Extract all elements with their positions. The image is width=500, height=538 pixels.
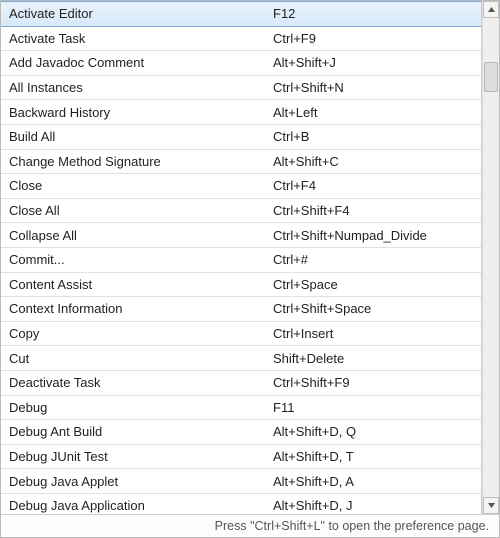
command-cell: Debug Java Applet: [1, 469, 265, 494]
table-row[interactable]: CloseCtrl+F4: [1, 174, 481, 199]
command-cell: Debug Ant Build: [1, 420, 265, 445]
scroll-down-button[interactable]: [483, 497, 499, 514]
shortcut-cell: Alt+Shift+D, A: [265, 469, 481, 494]
command-cell: Activate Editor: [1, 2, 265, 27]
scroll-up-button[interactable]: [483, 1, 499, 18]
command-cell: Build All: [1, 124, 265, 149]
table-row[interactable]: Debug Java ApplicationAlt+Shift+D, J: [1, 493, 481, 514]
keybindings-table[interactable]: Activate EditorF12Activate TaskCtrl+F9Ad…: [1, 1, 481, 514]
table-row[interactable]: Debug Java AppletAlt+Shift+D, A: [1, 469, 481, 494]
command-cell: All Instances: [1, 75, 265, 100]
status-hint-text: Press "Ctrl+Shift+L" to open the prefere…: [215, 519, 489, 533]
keybindings-popup: Activate EditorF12Activate TaskCtrl+F9Ad…: [0, 0, 500, 538]
shortcut-cell: Alt+Shift+D, J: [265, 493, 481, 514]
command-cell: Debug JUnit Test: [1, 444, 265, 469]
command-cell: Close All: [1, 198, 265, 223]
keybindings-table-wrap: Activate EditorF12Activate TaskCtrl+F9Ad…: [1, 1, 482, 514]
table-row[interactable]: Debug JUnit TestAlt+Shift+D, T: [1, 444, 481, 469]
chevron-up-icon: [487, 5, 496, 14]
shortcut-cell: Ctrl+Space: [265, 272, 481, 297]
shortcut-cell: Ctrl+Shift+Numpad_Divide: [265, 223, 481, 248]
table-row[interactable]: Build AllCtrl+B: [1, 124, 481, 149]
command-cell: Copy: [1, 321, 265, 346]
command-cell: Backward History: [1, 100, 265, 125]
table-row[interactable]: CopyCtrl+Insert: [1, 321, 481, 346]
command-cell: Context Information: [1, 297, 265, 322]
shortcut-cell: Ctrl+Shift+F9: [265, 370, 481, 395]
scrollbar-thumb[interactable]: [484, 62, 498, 92]
keybindings-tbody: Activate EditorF12Activate TaskCtrl+F9Ad…: [1, 2, 481, 515]
table-row[interactable]: All InstancesCtrl+Shift+N: [1, 75, 481, 100]
table-row[interactable]: Content AssistCtrl+Space: [1, 272, 481, 297]
table-row[interactable]: Collapse AllCtrl+Shift+Numpad_Divide: [1, 223, 481, 248]
vertical-scrollbar[interactable]: [482, 1, 499, 514]
status-bar: Press "Ctrl+Shift+L" to open the prefere…: [1, 514, 499, 537]
command-cell: Collapse All: [1, 223, 265, 248]
command-cell: Add Javadoc Comment: [1, 51, 265, 76]
shortcut-cell: Ctrl+Shift+F4: [265, 198, 481, 223]
shortcut-cell: Ctrl+Insert: [265, 321, 481, 346]
shortcut-cell: Ctrl+Shift+N: [265, 75, 481, 100]
shortcut-cell: Shift+Delete: [265, 346, 481, 371]
table-row[interactable]: Commit...Ctrl+#: [1, 247, 481, 272]
shortcut-cell: Alt+Shift+J: [265, 51, 481, 76]
table-row[interactable]: Close AllCtrl+Shift+F4: [1, 198, 481, 223]
shortcut-cell: F12: [265, 2, 481, 27]
table-row[interactable]: Activate EditorF12: [1, 2, 481, 27]
shortcut-cell: Alt+Shift+C: [265, 149, 481, 174]
shortcut-cell: Alt+Shift+D, T: [265, 444, 481, 469]
table-row[interactable]: Activate TaskCtrl+F9: [1, 26, 481, 51]
command-cell: Close: [1, 174, 265, 199]
command-cell: Debug Java Application: [1, 493, 265, 514]
table-row[interactable]: CutShift+Delete: [1, 346, 481, 371]
table-row[interactable]: Debug Ant BuildAlt+Shift+D, Q: [1, 420, 481, 445]
shortcut-cell: Ctrl+Shift+Space: [265, 297, 481, 322]
body-area: Activate EditorF12Activate TaskCtrl+F9Ad…: [1, 1, 499, 514]
table-row[interactable]: Add Javadoc CommentAlt+Shift+J: [1, 51, 481, 76]
table-row[interactable]: Deactivate TaskCtrl+Shift+F9: [1, 370, 481, 395]
shortcut-cell: Ctrl+B: [265, 124, 481, 149]
command-cell: Commit...: [1, 247, 265, 272]
shortcut-cell: Alt+Shift+D, Q: [265, 420, 481, 445]
shortcut-cell: Ctrl+F9: [265, 26, 481, 51]
shortcut-cell: Ctrl+#: [265, 247, 481, 272]
scrollbar-track[interactable]: [483, 18, 499, 497]
shortcut-cell: Alt+Left: [265, 100, 481, 125]
table-row[interactable]: DebugF11: [1, 395, 481, 420]
command-cell: Change Method Signature: [1, 149, 265, 174]
chevron-down-icon: [487, 501, 496, 510]
table-row[interactable]: Context InformationCtrl+Shift+Space: [1, 297, 481, 322]
table-row[interactable]: Backward HistoryAlt+Left: [1, 100, 481, 125]
shortcut-cell: F11: [265, 395, 481, 420]
command-cell: Debug: [1, 395, 265, 420]
command-cell: Content Assist: [1, 272, 265, 297]
shortcut-cell: Ctrl+F4: [265, 174, 481, 199]
command-cell: Cut: [1, 346, 265, 371]
command-cell: Activate Task: [1, 26, 265, 51]
command-cell: Deactivate Task: [1, 370, 265, 395]
table-row[interactable]: Change Method SignatureAlt+Shift+C: [1, 149, 481, 174]
